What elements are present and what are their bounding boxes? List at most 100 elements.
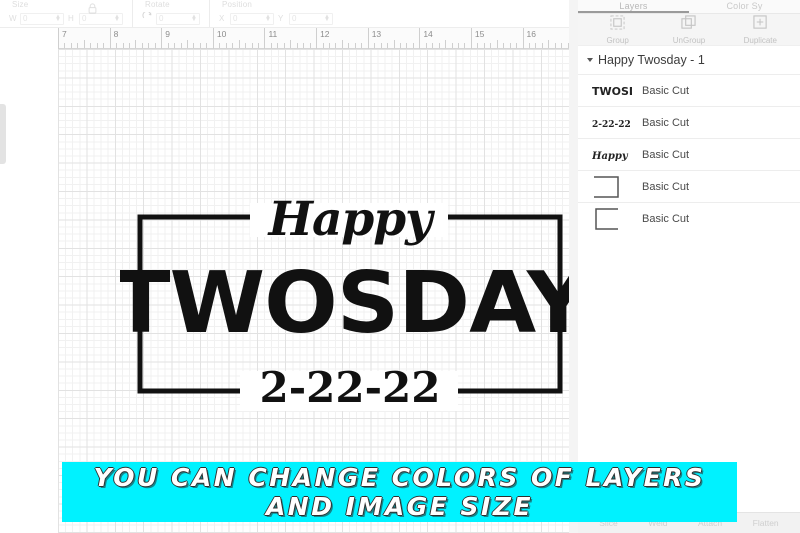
panel-collapse-handle[interactable] <box>0 104 6 164</box>
ruler-minor-tick <box>561 43 563 48</box>
ruler-minor-tick <box>361 43 363 48</box>
panel-action-bar: Group UnGroup Duplicate <box>578 14 800 46</box>
ruler-minor-tick <box>180 43 182 48</box>
ruler-minor-tick <box>458 43 460 48</box>
svg-text:Happy: Happy <box>592 151 629 162</box>
design-artwork[interactable]: Happy TWOSDAY 2-22-22 <box>120 189 580 419</box>
ruler-minor-tick <box>83 40 85 48</box>
layer-name: Basic Cut <box>642 84 690 97</box>
tab-layers[interactable]: Layers <box>578 0 689 13</box>
layer-list: TWOSDAY Basic Cut 2-22-22 Basic Cut Happy Bas… <box>578 74 800 234</box>
height-input[interactable]: 0 ▲ ▼ <box>79 12 123 25</box>
design-canvas[interactable]: Happy TWOSDAY 2-22-22 <box>58 49 580 533</box>
canvas-left-gutter <box>0 49 58 533</box>
ruler-minor-tick <box>187 40 189 48</box>
top-toolbar: Size W 0 ▲ ▼ H 0 ▲ ▼ Rotate 0 ▲ ▼ Positi… <box>0 0 578 28</box>
right-panel: Layers Color Sy Group UnGroup Duplicate … <box>578 0 800 533</box>
ruler-minor-tick <box>425 43 427 48</box>
rotate-value: 0 <box>159 14 164 23</box>
ruler-minor-tick <box>96 43 98 48</box>
group-label: Group <box>606 35 629 45</box>
ruler-minor-tick <box>541 43 543 48</box>
ruler-minor-tick <box>412 43 414 48</box>
horizontal-ruler[interactable]: 7 8 9 10 11 12 13 14 15 16 <box>58 28 569 49</box>
height-stepper[interactable]: ▲ ▼ <box>114 14 120 23</box>
position-group: Position X 0 ▲ ▼ Y 0 ▲ ▼ <box>209 0 342 28</box>
layer-row[interactable]: TWOSDAY Basic Cut <box>578 74 800 106</box>
ruler-minor-tick <box>548 40 550 48</box>
pos-y-stepper[interactable]: ▲ ▼ <box>324 14 330 23</box>
ruler-minor-tick <box>374 43 376 48</box>
ruler-minor-tick <box>245 43 247 48</box>
ruler-minor-tick <box>477 43 479 48</box>
bracket-right-thumb-icon[interactable] <box>592 174 636 200</box>
ruler-minor-tick <box>277 43 279 48</box>
promo-banner-line-2: AND IMAGE SIZE <box>265 492 534 521</box>
ruler-minor-tick <box>77 43 79 48</box>
ruler-minor-tick <box>225 43 227 48</box>
ruler-minor-tick <box>354 43 356 48</box>
ruler-minor-tick <box>270 43 272 48</box>
ruler-minor-tick <box>335 43 337 48</box>
height-value: 0 <box>82 14 87 23</box>
lock-icon[interactable] <box>88 1 97 19</box>
ruler-minor-tick <box>445 40 447 48</box>
flatten-button[interactable]: Flatten <box>753 518 779 528</box>
layer-name: Basic Cut <box>642 212 690 225</box>
date-thumb-icon[interactable]: 2-22-22 <box>592 110 636 136</box>
pos-y-input[interactable]: 0 ▲ ▼ <box>289 12 333 25</box>
canvas-panel-divider <box>569 0 578 533</box>
ruler-minor-tick <box>516 43 518 48</box>
layer-row[interactable]: 2-22-22 Basic Cut <box>578 106 800 138</box>
group-button[interactable]: Group <box>590 14 646 45</box>
ruler-minor-tick <box>128 43 130 48</box>
ruler-minor-tick <box>154 43 156 48</box>
ruler-minor-tick <box>122 43 124 48</box>
ruler-minor-tick <box>116 43 118 48</box>
bracket-left-thumb-icon[interactable] <box>592 206 636 232</box>
tab-color-sync[interactable]: Color Sy <box>689 0 800 13</box>
pos-x-input[interactable]: 0 ▲ ▼ <box>230 12 274 25</box>
ruler-minor-tick <box>309 43 311 48</box>
layer-row[interactable]: Basic Cut <box>578 202 800 234</box>
rotate-icon[interactable] <box>142 10 153 28</box>
rotate-input[interactable]: 0 ▲ ▼ <box>156 12 200 25</box>
size-fields: W 0 ▲ ▼ H 0 ▲ ▼ <box>9 12 123 25</box>
layer-name: Basic Cut <box>642 180 690 193</box>
svg-text:TWOSDAY: TWOSDAY <box>120 254 580 353</box>
width-stepper[interactable]: ▲ ▼ <box>55 14 61 23</box>
duplicate-button[interactable]: Duplicate <box>732 14 788 45</box>
width-tag: W <box>9 14 17 23</box>
width-input[interactable]: 0 ▲ ▼ <box>20 12 64 25</box>
group-icon <box>610 14 625 35</box>
ruler-minor-tick <box>206 43 208 48</box>
rotate-stepper[interactable]: ▲ ▼ <box>191 14 197 23</box>
ruler-minor-tick <box>380 43 382 48</box>
ruler-minor-tick <box>554 43 556 48</box>
ruler-minor-tick <box>199 43 201 48</box>
ungroup-button[interactable]: UnGroup <box>661 14 717 45</box>
ruler-minor-tick <box>135 40 137 48</box>
ruler-minor-tick <box>528 43 530 48</box>
ruler-minor-tick <box>238 40 240 48</box>
promo-banner: YOU CAN CHANGE COLORS OF LAYERS AND IMAG… <box>62 462 737 522</box>
ruler-minor-tick <box>451 43 453 48</box>
happy-thumb-icon[interactable]: Happy <box>592 142 636 168</box>
layer-group-header[interactable]: Happy Twosday - 1 <box>578 46 800 74</box>
twosday-thumb-icon[interactable]: TWOSDAY <box>592 78 636 104</box>
size-label: Size <box>12 0 29 9</box>
rotate-fields: 0 ▲ ▼ <box>156 12 200 25</box>
ruler-minor-tick <box>490 43 492 48</box>
rotate-group: Rotate 0 ▲ ▼ <box>132 0 209 28</box>
pos-y-tag: Y <box>278 14 284 23</box>
ruler-minor-tick <box>167 43 169 48</box>
ruler-corner <box>0 28 58 49</box>
ruler-minor-tick <box>483 43 485 48</box>
pos-x-stepper[interactable]: ▲ ▼ <box>265 14 271 23</box>
ruler-minor-tick <box>464 43 466 48</box>
ruler-minor-tick <box>70 43 72 48</box>
chevron-down-icon[interactable] <box>587 58 593 62</box>
layer-row[interactable]: Happy Basic Cut <box>578 138 800 170</box>
ruler-minor-tick <box>90 43 92 48</box>
layer-row[interactable]: Basic Cut <box>578 170 800 202</box>
